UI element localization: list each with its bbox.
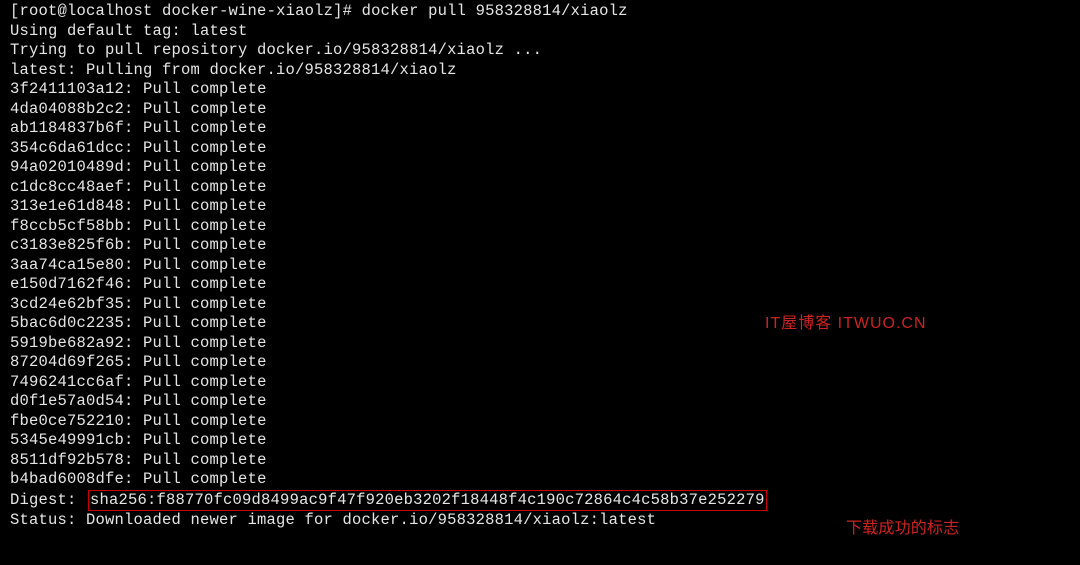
layer-status: Pull complete bbox=[143, 392, 267, 410]
layer-line: 8511df92b578: Pull complete bbox=[10, 451, 1070, 471]
layer-status: Pull complete bbox=[143, 178, 267, 196]
layer-separator: : bbox=[124, 236, 143, 254]
layer-status: Pull complete bbox=[143, 139, 267, 157]
prompt-user-host: [root@localhost bbox=[10, 2, 153, 20]
layer-line: 87204d69f265: Pull complete bbox=[10, 353, 1070, 373]
layer-separator: : bbox=[124, 431, 143, 449]
layer-status: Pull complete bbox=[143, 353, 267, 371]
layer-hash: 3cd24e62bf35 bbox=[10, 295, 124, 313]
layer-separator: : bbox=[124, 314, 143, 332]
layer-status: Pull complete bbox=[143, 314, 267, 332]
layer-status: Pull complete bbox=[143, 158, 267, 176]
prompt-line: [root@localhost docker-wine-xiaolz]# doc… bbox=[10, 2, 1070, 22]
layer-hash: 5919be682a92 bbox=[10, 334, 124, 352]
layer-separator: : bbox=[124, 80, 143, 98]
layer-hash: c1dc8cc48aef bbox=[10, 178, 124, 196]
layer-hash: 3f2411103a12 bbox=[10, 80, 124, 98]
layer-hash: 87204d69f265 bbox=[10, 353, 124, 371]
layer-line: e150d7162f46: Pull complete bbox=[10, 275, 1070, 295]
layer-status: Pull complete bbox=[143, 275, 267, 293]
layer-hash: 8511df92b578 bbox=[10, 451, 124, 469]
layer-line: 5345e49991cb: Pull complete bbox=[10, 431, 1070, 451]
layer-line: b4bad6008dfe: Pull complete bbox=[10, 470, 1070, 490]
layer-status: Pull complete bbox=[143, 217, 267, 235]
layer-line: c1dc8cc48aef: Pull complete bbox=[10, 178, 1070, 198]
layer-hash: e150d7162f46 bbox=[10, 275, 124, 293]
layer-status: Pull complete bbox=[143, 119, 267, 137]
layer-status: Pull complete bbox=[143, 412, 267, 430]
layer-line: ab1184837b6f: Pull complete bbox=[10, 119, 1070, 139]
layer-separator: : bbox=[124, 353, 143, 371]
digest-value: sha256:f88770fc09d8499ac9f47f920eb3202f1… bbox=[88, 490, 767, 512]
output-default-tag: Using default tag: latest bbox=[10, 22, 1070, 42]
layer-hash: b4bad6008dfe bbox=[10, 470, 124, 488]
layer-line: c3183e825f6b: Pull complete bbox=[10, 236, 1070, 256]
layer-hash: ab1184837b6f bbox=[10, 119, 124, 137]
layer-hash: 7496241cc6af bbox=[10, 373, 124, 391]
layer-hash: c3183e825f6b bbox=[10, 236, 124, 254]
layer-separator: : bbox=[124, 275, 143, 293]
layer-line: 7496241cc6af: Pull complete bbox=[10, 373, 1070, 393]
layer-status: Pull complete bbox=[143, 295, 267, 313]
layer-hash: 313e1e61d848 bbox=[10, 197, 124, 215]
layer-separator: : bbox=[124, 470, 143, 488]
layer-line: 4da04088b2c2: Pull complete bbox=[10, 100, 1070, 120]
layer-hash: 5345e49991cb bbox=[10, 431, 124, 449]
layer-hash: 4da04088b2c2 bbox=[10, 100, 124, 118]
layer-line: f8ccb5cf58bb: Pull complete bbox=[10, 217, 1070, 237]
layer-status: Pull complete bbox=[143, 373, 267, 391]
layer-separator: : bbox=[124, 178, 143, 196]
layer-status: Pull complete bbox=[143, 334, 267, 352]
layer-separator: : bbox=[124, 217, 143, 235]
layer-separator: : bbox=[124, 100, 143, 118]
layer-line: 5919be682a92: Pull complete bbox=[10, 334, 1070, 354]
layer-line: 3aa74ca15e80: Pull complete bbox=[10, 256, 1070, 276]
layer-separator: : bbox=[124, 295, 143, 313]
layer-status: Pull complete bbox=[143, 197, 267, 215]
layer-hash: d0f1e57a0d54 bbox=[10, 392, 124, 410]
digest-label: Digest: bbox=[10, 491, 77, 509]
layer-hash: f8ccb5cf58bb bbox=[10, 217, 124, 235]
layer-line: fbe0ce752210: Pull complete bbox=[10, 412, 1070, 432]
layer-status: Pull complete bbox=[143, 256, 267, 274]
layer-line: 3f2411103a12: Pull complete bbox=[10, 80, 1070, 100]
layer-line: d0f1e57a0d54: Pull complete bbox=[10, 392, 1070, 412]
layer-separator: : bbox=[124, 197, 143, 215]
layer-line: 313e1e61d848: Pull complete bbox=[10, 197, 1070, 217]
layer-status: Pull complete bbox=[143, 236, 267, 254]
layer-hash: 5bac6d0c2235 bbox=[10, 314, 124, 332]
layer-separator: : bbox=[124, 412, 143, 430]
layer-separator: : bbox=[124, 256, 143, 274]
layer-separator: : bbox=[124, 158, 143, 176]
digest-line: Digest: sha256:f88770fc09d8499ac9f47f920… bbox=[10, 490, 1070, 512]
layer-line: 94a02010489d: Pull complete bbox=[10, 158, 1070, 178]
layer-line: 3cd24e62bf35: Pull complete bbox=[10, 295, 1070, 315]
layer-status: Pull complete bbox=[143, 451, 267, 469]
layer-status: Pull complete bbox=[143, 80, 267, 98]
layer-status: Pull complete bbox=[143, 431, 267, 449]
layers-list: 3f2411103a12: Pull complete4da04088b2c2:… bbox=[10, 80, 1070, 490]
layer-status: Pull complete bbox=[143, 100, 267, 118]
watermark-text: IT屋博客 ITWUO.CN bbox=[765, 314, 927, 334]
layer-line: 354c6da61dcc: Pull complete bbox=[10, 139, 1070, 159]
output-pulling-from: latest: Pulling from docker.io/958328814… bbox=[10, 61, 1070, 81]
output-trying: Trying to pull repository docker.io/9583… bbox=[10, 41, 1070, 61]
layer-hash: 3aa74ca15e80 bbox=[10, 256, 124, 274]
layer-separator: : bbox=[124, 139, 143, 157]
layer-status: Pull complete bbox=[143, 470, 267, 488]
layer-separator: : bbox=[124, 451, 143, 469]
layer-hash: fbe0ce752210 bbox=[10, 412, 124, 430]
layer-hash: 354c6da61dcc bbox=[10, 139, 124, 157]
layer-separator: : bbox=[124, 119, 143, 137]
layer-separator: : bbox=[124, 392, 143, 410]
layer-separator: : bbox=[124, 373, 143, 391]
layer-separator: : bbox=[124, 334, 143, 352]
prompt-command: docker pull 958328814/xiaolz bbox=[362, 2, 628, 20]
annotation-text: 下载成功的标志 bbox=[846, 519, 959, 539]
layer-hash: 94a02010489d bbox=[10, 158, 124, 176]
prompt-cwd: docker-wine-xiaolz]# bbox=[162, 2, 352, 20]
